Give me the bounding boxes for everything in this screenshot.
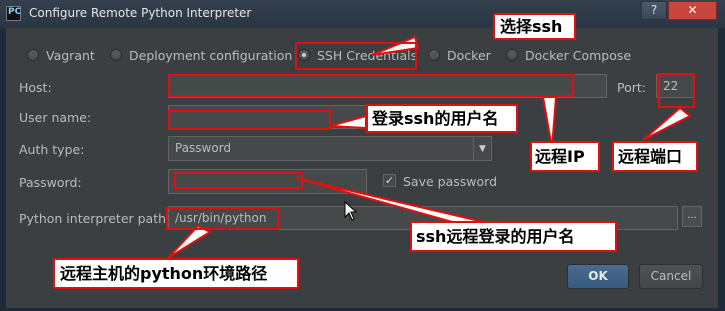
callout-ssh-user: ssh远程登录的用户名 <box>410 221 617 252</box>
highlight-password <box>174 172 303 189</box>
highlight-host <box>168 74 574 97</box>
highlight-ssh-credentials <box>295 42 417 70</box>
highlight-username <box>168 110 331 130</box>
callout-choose-ssh: 选择ssh <box>493 13 576 40</box>
highlight-port <box>658 73 695 108</box>
highlight-interpreter-path <box>166 207 279 230</box>
callout-pointer-remote-port <box>642 106 692 141</box>
callout-remote-ip: 远程IP <box>530 141 600 172</box>
callout-login-user: 登录ssh的用户名 <box>366 104 518 133</box>
callout-pointer-ssh-user <box>295 177 489 229</box>
callout-python-path: 远程主机的python环境路径 <box>53 258 299 289</box>
callout-pointer-python-path <box>167 224 213 259</box>
callout-pointer-login-user <box>329 114 367 130</box>
mouse-cursor-icon <box>344 201 358 221</box>
callout-remote-port: 远程端口 <box>612 141 698 172</box>
